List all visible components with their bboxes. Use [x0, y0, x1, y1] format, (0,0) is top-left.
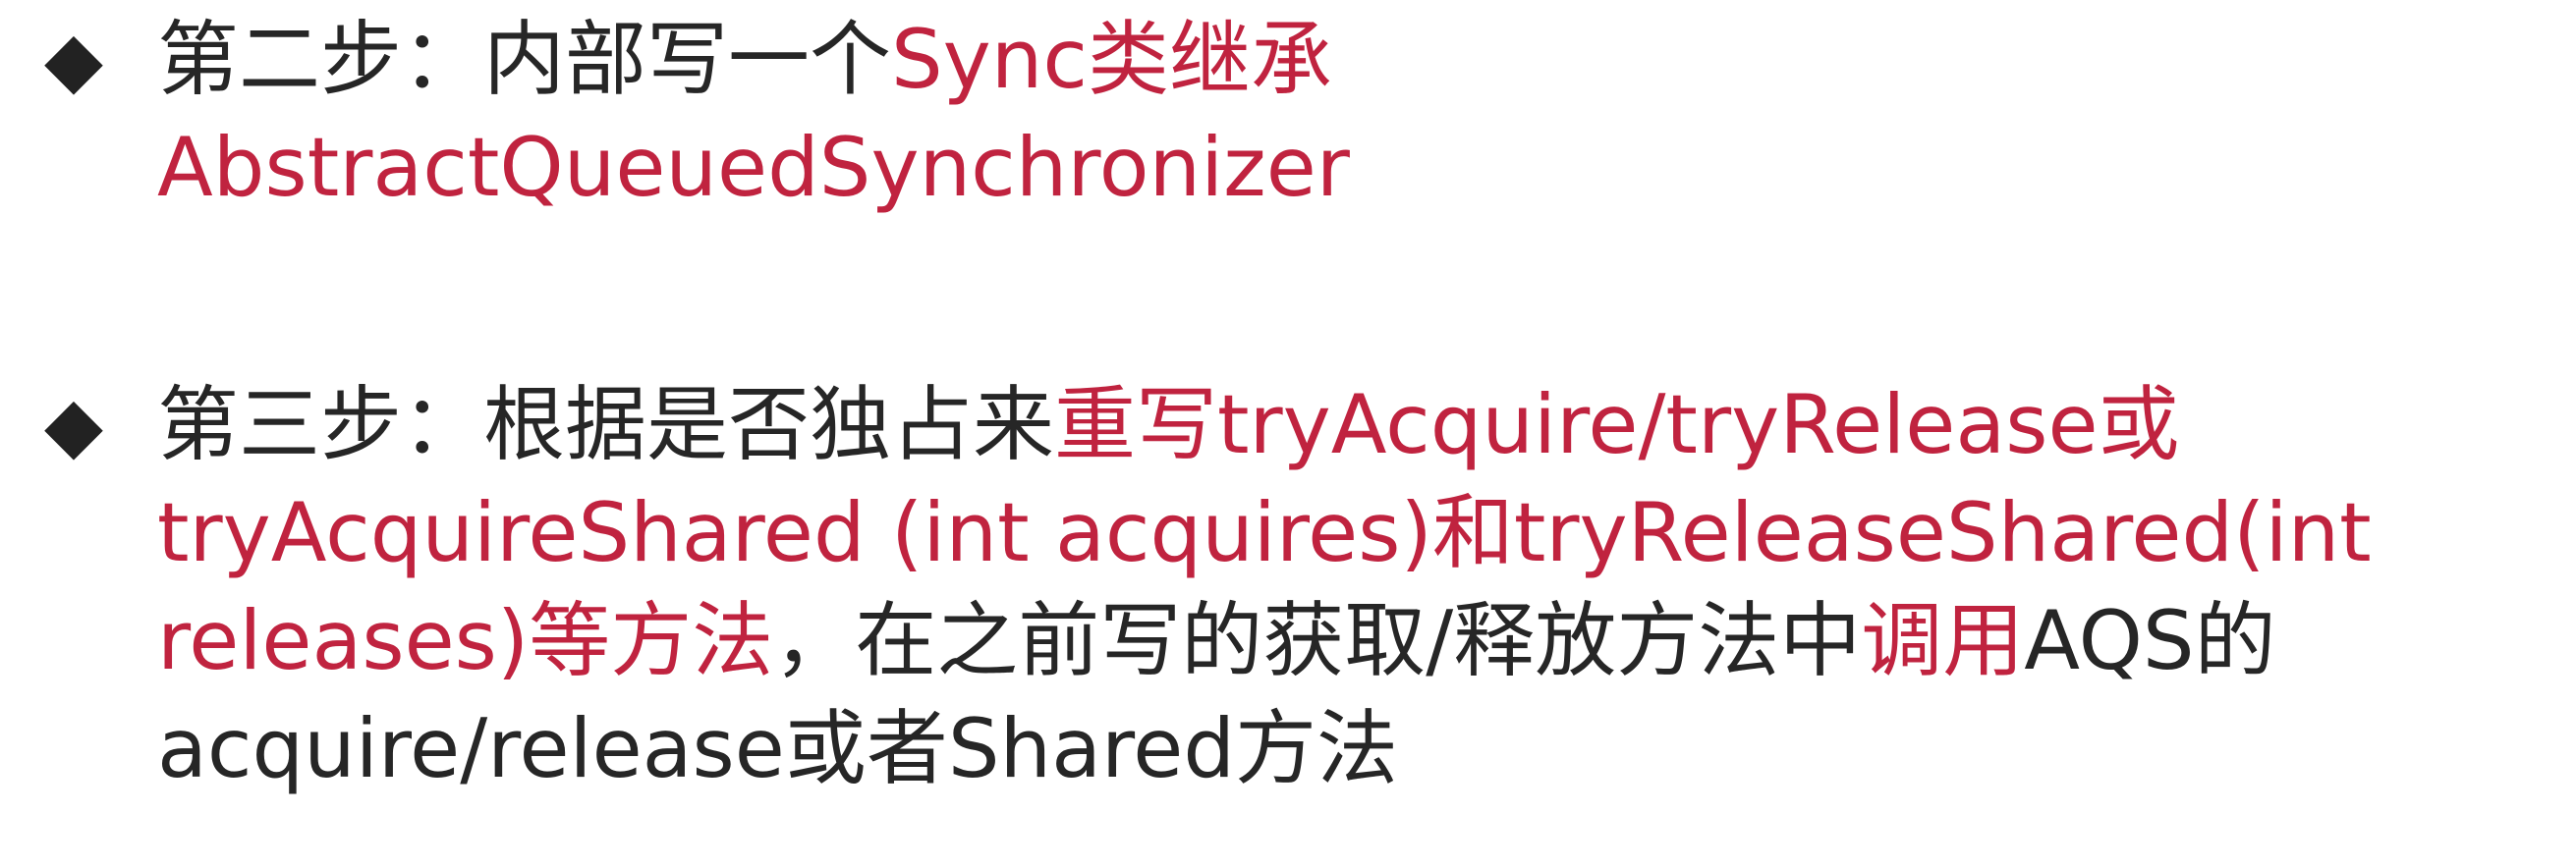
- text-segment: 第二步：内部写一个: [157, 12, 891, 107]
- text-line: releases)等方法，在之前写的获取/释放方法中调用AQS的: [157, 587, 2535, 695]
- text-line: 第二步：内部写一个Sync类继承: [157, 6, 2535, 114]
- text-line: acquire/release或者Shared方法: [157, 695, 2535, 803]
- highlighted-text-segment: 调用: [1861, 593, 2025, 688]
- text-segment: ，在之前写的获取/释放方法中: [773, 593, 1862, 688]
- text-segment: AQS的: [2024, 593, 2276, 688]
- text-segment: acquire/release或者Shared方法: [157, 701, 1399, 796]
- diamond-bullet-icon: ◆: [44, 381, 103, 469]
- highlighted-text-segment: AbstractQueuedSynchronizer: [157, 120, 1350, 215]
- text-line: tryAcquireShared (int acquires)和tryRelea…: [157, 479, 2535, 587]
- highlighted-text-segment: releases)等方法: [157, 593, 774, 688]
- text-line: AbstractQueuedSynchronizer: [157, 114, 2535, 222]
- step-two-text: 第二步：内部写一个Sync类继承 AbstractQueuedSynchroni…: [157, 6, 2535, 222]
- text-segment: 第三步：根据是否独占来: [157, 377, 1054, 472]
- step-three-text: 第三步：根据是否独占来重写tryAcquire/tryRelease或 tryA…: [157, 371, 2535, 803]
- slide: ◆ 第二步：内部写一个Sync类继承 AbstractQueuedSynchro…: [0, 0, 2576, 868]
- diamond-bullet-icon: ◆: [44, 16, 103, 104]
- highlighted-text-segment: Sync类继承: [891, 12, 1333, 107]
- highlighted-text-segment: tryAcquireShared (int acquires)和tryRelea…: [157, 485, 2372, 580]
- text-line: 第三步：根据是否独占来重写tryAcquire/tryRelease或: [157, 371, 2535, 479]
- highlighted-text-segment: 重写tryAcquire/tryRelease或: [1054, 377, 2180, 472]
